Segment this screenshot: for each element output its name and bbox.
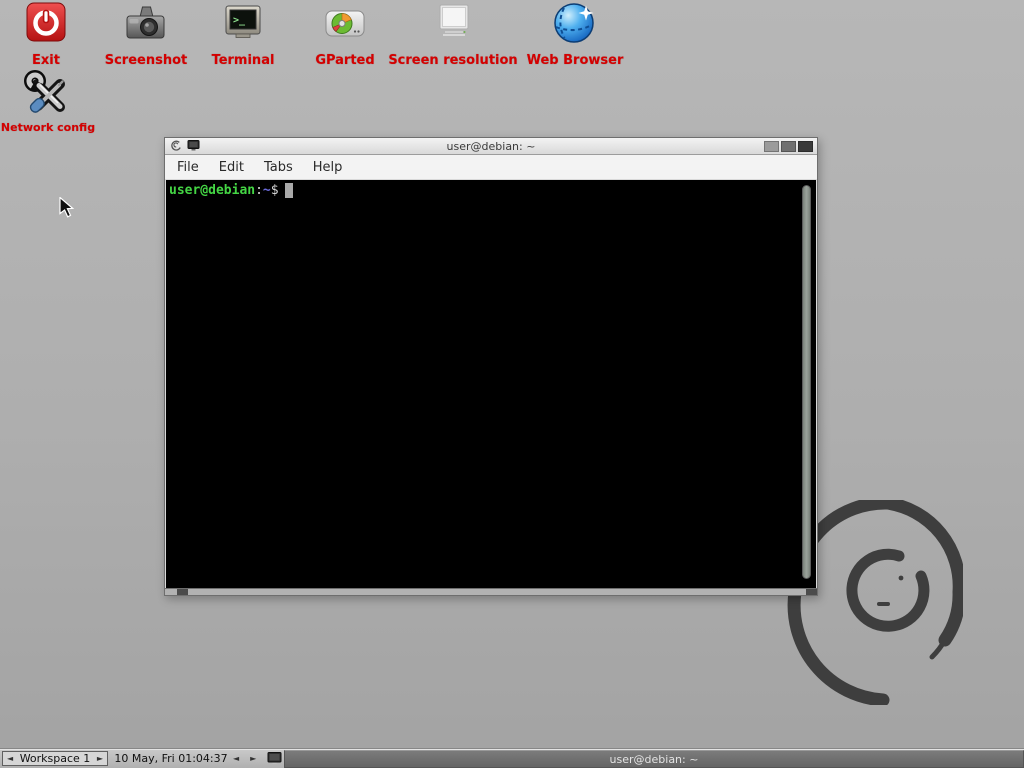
terminal-scrollbar[interactable] [802,185,811,579]
svg-text:>_: >_ [233,15,246,26]
terminal-screen[interactable]: user@debian : ~ $ [166,180,816,588]
terminal-cursor [285,183,293,198]
workspace-next-icon[interactable]: ► [97,755,103,763]
menu-edit[interactable]: Edit [209,157,254,178]
workspace-label: Workspace 1 [20,752,91,765]
window-title: user@debian: ~ [165,140,817,153]
workspace-switcher[interactable]: ◄ Workspace 1 ► [2,751,108,766]
task-button-title: user@debian: ~ [610,753,699,766]
desktop-icon-network-config[interactable]: Network config [4,68,92,134]
desktop-icon-screen-resolution[interactable]: Screen resolution [386,2,520,68]
prompt-path: ~ [263,183,271,198]
tools-icon [23,68,73,118]
desktop-icon-gparted[interactable]: GParted [306,2,384,68]
menu-tabs[interactable]: Tabs [254,157,303,178]
tasklist-pager: ◄ ► [233,751,256,766]
menu-help[interactable]: Help [303,157,353,178]
icon-label: Network config [1,121,95,134]
icon-label: Terminal [212,53,275,68]
desktop-icon-terminal[interactable]: >_ Terminal [202,2,284,68]
icon-label: GParted [315,53,374,68]
prompt-symbol: $ [271,183,279,198]
mouse-cursor [59,197,75,219]
taskbar-clock: 10 May, Fri 01:04:37 [112,751,230,766]
tasklist-prev-icon[interactable]: ◄ [233,755,239,763]
window-terminal-icon [187,140,200,151]
terminal-menubar: File Edit Tabs Help [165,155,817,179]
desktop-icon-web-browser[interactable]: Web Browser [518,2,632,68]
power-icon [24,2,68,48]
desktop-icon-screenshot[interactable]: Screenshot [98,2,194,68]
taskbar-task-button[interactable]: user@debian: ~ [284,750,1024,768]
tasklist-next-icon[interactable]: ► [250,755,256,763]
camera-icon [123,2,169,48]
icon-label: Web Browser [527,53,624,68]
taskbar: ◄ Workspace 1 ► 10 May, Fri 01:04:37 ◄ ►… [0,748,1024,768]
disk-partition-icon [322,2,368,48]
window-shade-button[interactable] [764,141,779,152]
resize-grip-right[interactable] [806,589,817,595]
shell-prompt: user@debian : ~ $ [166,180,816,198]
terminal-window: user@debian: ~ File Edit Tabs Help user@… [164,137,818,596]
prompt-user-host: user@debian [169,183,255,198]
menu-file[interactable]: File [167,157,209,178]
globe-icon [552,2,598,48]
resize-grip-left[interactable] [177,589,188,595]
window-bottom-frame [165,588,817,595]
window-maximize-button[interactable] [781,141,796,152]
icon-label: Exit [32,53,60,68]
window-menu-swirl-icon[interactable] [170,140,181,151]
window-close-button[interactable] [798,141,813,152]
task-window-icon[interactable] [267,752,282,765]
icon-label: Screen resolution [388,53,517,68]
desktop-icon-exit[interactable]: Exit [10,2,82,68]
prompt-separator: : [255,183,263,198]
workspace-prev-icon[interactable]: ◄ [7,755,13,763]
window-titlebar[interactable]: user@debian: ~ [165,138,817,155]
crt-monitor-icon: >_ [221,2,265,48]
display-icon [430,2,476,48]
icon-label: Screenshot [105,53,188,68]
